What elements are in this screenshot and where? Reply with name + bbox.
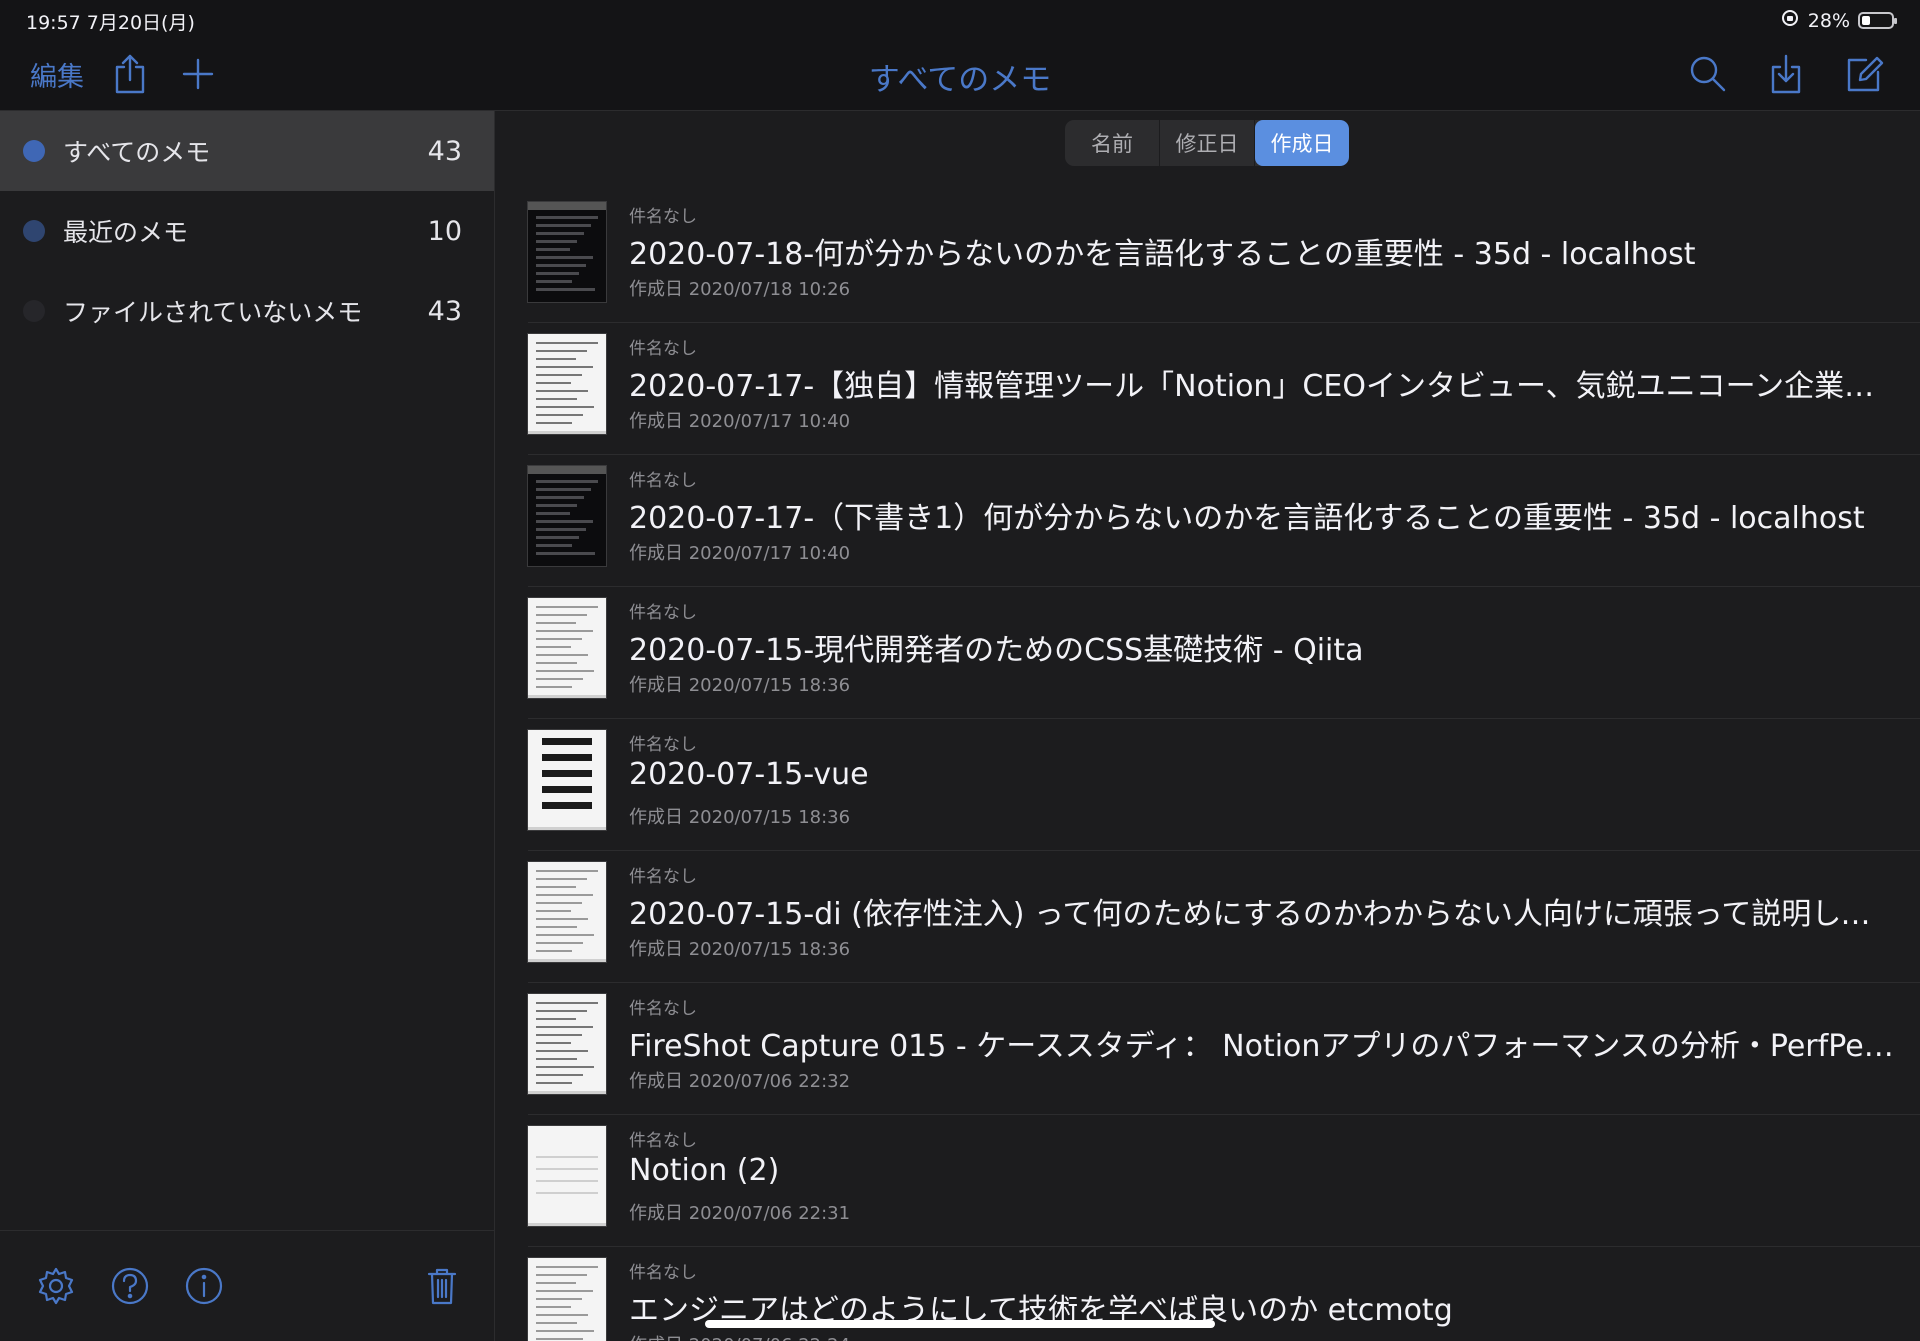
folder-dot-icon — [23, 300, 45, 322]
info-icon[interactable] — [184, 1231, 224, 1341]
note-row[interactable]: 件名なし Notion (2) 作成日 2020/07/06 22:31 — [528, 1115, 1920, 1247]
note-created-date: 作成日 2020/07/18 10:26 — [629, 279, 851, 300]
compose-icon[interactable] — [1842, 38, 1886, 110]
note-created-date: 作成日 2020/07/06 22:32 — [629, 1071, 851, 1092]
sidebar-footer — [0, 1230, 494, 1341]
sidebar-item-count: 10 — [427, 215, 462, 247]
note-title: 2020-07-15-vue — [629, 757, 869, 792]
sidebar-item-label: すべてのメモ — [63, 138, 211, 167]
note-subject: 件名なし — [629, 471, 697, 491]
sort-segmented-control: 名前 修正日 作成日 — [1065, 120, 1349, 166]
note-row[interactable]: 件名なし 2020-07-18-何が分からないのかを言語化することの重要性 - 3… — [528, 191, 1920, 323]
note-row[interactable]: 件名なし 2020-07-17-【独自】情報管理ツール「Notion」CEOインタ… — [528, 323, 1920, 455]
battery-percent: 28% — [1807, 9, 1850, 32]
status-time: 19:57 7月20日(月) — [26, 12, 195, 34]
page-title: すべてのメモ — [868, 62, 1052, 98]
note-created-date: 作成日 2020/07/17 10:40 — [629, 411, 851, 432]
sidebar-item-label: 最近のメモ — [63, 218, 189, 247]
nav-bar: 編集 すべてのメモ — [0, 38, 1920, 111]
note-created-date: 作成日 2020/07/06 22:31 — [629, 1203, 851, 1224]
sort-by-created[interactable]: 作成日 — [1255, 120, 1349, 166]
note-thumbnail — [528, 1126, 606, 1226]
sidebar: すべてのメモ 43 最近のメモ 10 ファイルされていないメモ 43 — [0, 111, 495, 1341]
note-subject: 件名なし — [629, 867, 697, 887]
sort-by-modified[interactable]: 修正日 — [1160, 120, 1255, 166]
import-icon[interactable] — [1764, 38, 1808, 110]
status-right: 28% — [1780, 8, 1897, 33]
sidebar-item-unfiled-notes[interactable]: ファイルされていないメモ 43 — [0, 271, 494, 351]
note-thumbnail — [528, 202, 606, 302]
note-subject: 件名なし — [629, 207, 697, 227]
trash-icon[interactable] — [426, 1231, 458, 1341]
search-icon[interactable] — [1686, 38, 1730, 110]
note-list: 件名なし 2020-07-18-何が分からないのかを言語化することの重要性 - 3… — [528, 191, 1920, 1341]
sidebar-item-label: ファイルされていないメモ — [63, 298, 363, 327]
orientation-lock-icon — [1780, 8, 1800, 33]
note-row[interactable]: 件名なし 2020-07-17-（下書き1）何が分からないのかを言語化することの重… — [528, 455, 1920, 587]
note-title: 2020-07-15-di (依存性注入) って何のためにするのかわからない人向… — [629, 897, 1899, 932]
note-subject: 件名なし — [629, 603, 697, 623]
note-subject: 件名なし — [629, 1131, 697, 1151]
note-title: FireShot Capture 015 - ケーススタディ： Notionアプ… — [629, 1029, 1899, 1064]
folder-dot-icon — [23, 220, 45, 242]
note-thumbnail — [528, 730, 606, 830]
sidebar-item-recent-notes[interactable]: 最近のメモ 10 — [0, 191, 494, 271]
note-subject: 件名なし — [629, 1263, 697, 1283]
note-created-date: 作成日 2020/07/17 10:40 — [629, 543, 851, 564]
note-title: 2020-07-17-【独自】情報管理ツール「Notion」CEOインタビュー、… — [629, 369, 1899, 404]
note-row[interactable]: 件名なし 2020-07-15-現代開発者のためのCSS基礎技術 - Qiita 作… — [528, 587, 1920, 719]
home-indicator — [705, 1320, 1215, 1328]
sidebar-item-count: 43 — [427, 135, 462, 167]
note-created-date: 作成日 2020/07/06 22:24 — [629, 1331, 850, 1341]
note-thumbnail — [528, 334, 606, 434]
note-row[interactable]: 件名なし 2020-07-15-vue 作成日 2020/07/15 18:36 — [528, 719, 1920, 851]
note-title: 2020-07-15-現代開発者のためのCSS基礎技術 - Qiita — [629, 633, 1364, 668]
settings-gear-icon[interactable] — [36, 1231, 76, 1341]
sidebar-item-all-notes[interactable]: すべてのメモ 43 — [0, 111, 494, 191]
note-created-date: 作成日 2020/07/15 18:36 — [629, 939, 851, 960]
note-row[interactable]: 件名なし FireShot Capture 015 - ケーススタディ： Noti… — [528, 983, 1920, 1115]
note-title: 2020-07-18-何が分からないのかを言語化することの重要性 - 35d -… — [629, 237, 1696, 272]
note-subject: 件名なし — [629, 339, 697, 359]
note-thumbnail — [528, 862, 606, 962]
note-created-date: 作成日 2020/07/15 18:36 — [629, 807, 851, 828]
help-icon[interactable] — [110, 1231, 150, 1341]
note-thumbnail — [528, 994, 606, 1094]
note-created-date: 作成日 2020/07/15 18:36 — [629, 675, 851, 696]
note-title: Notion (2) — [629, 1153, 780, 1188]
note-thumbnail — [528, 466, 606, 566]
note-row[interactable]: 件名なし 2020-07-15-di (依存性注入) って何のためにするのかわから… — [528, 851, 1920, 983]
note-subject: 件名なし — [629, 735, 697, 755]
notes-pane: 名前 修正日 作成日 件名なし 2020-07-18-何が分からないのかを言語化す… — [495, 111, 1920, 1341]
note-subject: 件名なし — [629, 999, 697, 1019]
status-bar: 19:57 7月20日(月) 28% — [0, 0, 1920, 38]
note-thumbnail — [528, 1258, 606, 1341]
sidebar-item-count: 43 — [427, 295, 462, 327]
note-title: 2020-07-17-（下書き1）何が分からないのかを言語化することの重要性 -… — [629, 501, 1865, 536]
sort-by-name[interactable]: 名前 — [1065, 120, 1160, 166]
note-thumbnail — [528, 598, 606, 698]
folder-dot-icon — [23, 140, 45, 162]
battery-icon — [1858, 12, 1897, 29]
